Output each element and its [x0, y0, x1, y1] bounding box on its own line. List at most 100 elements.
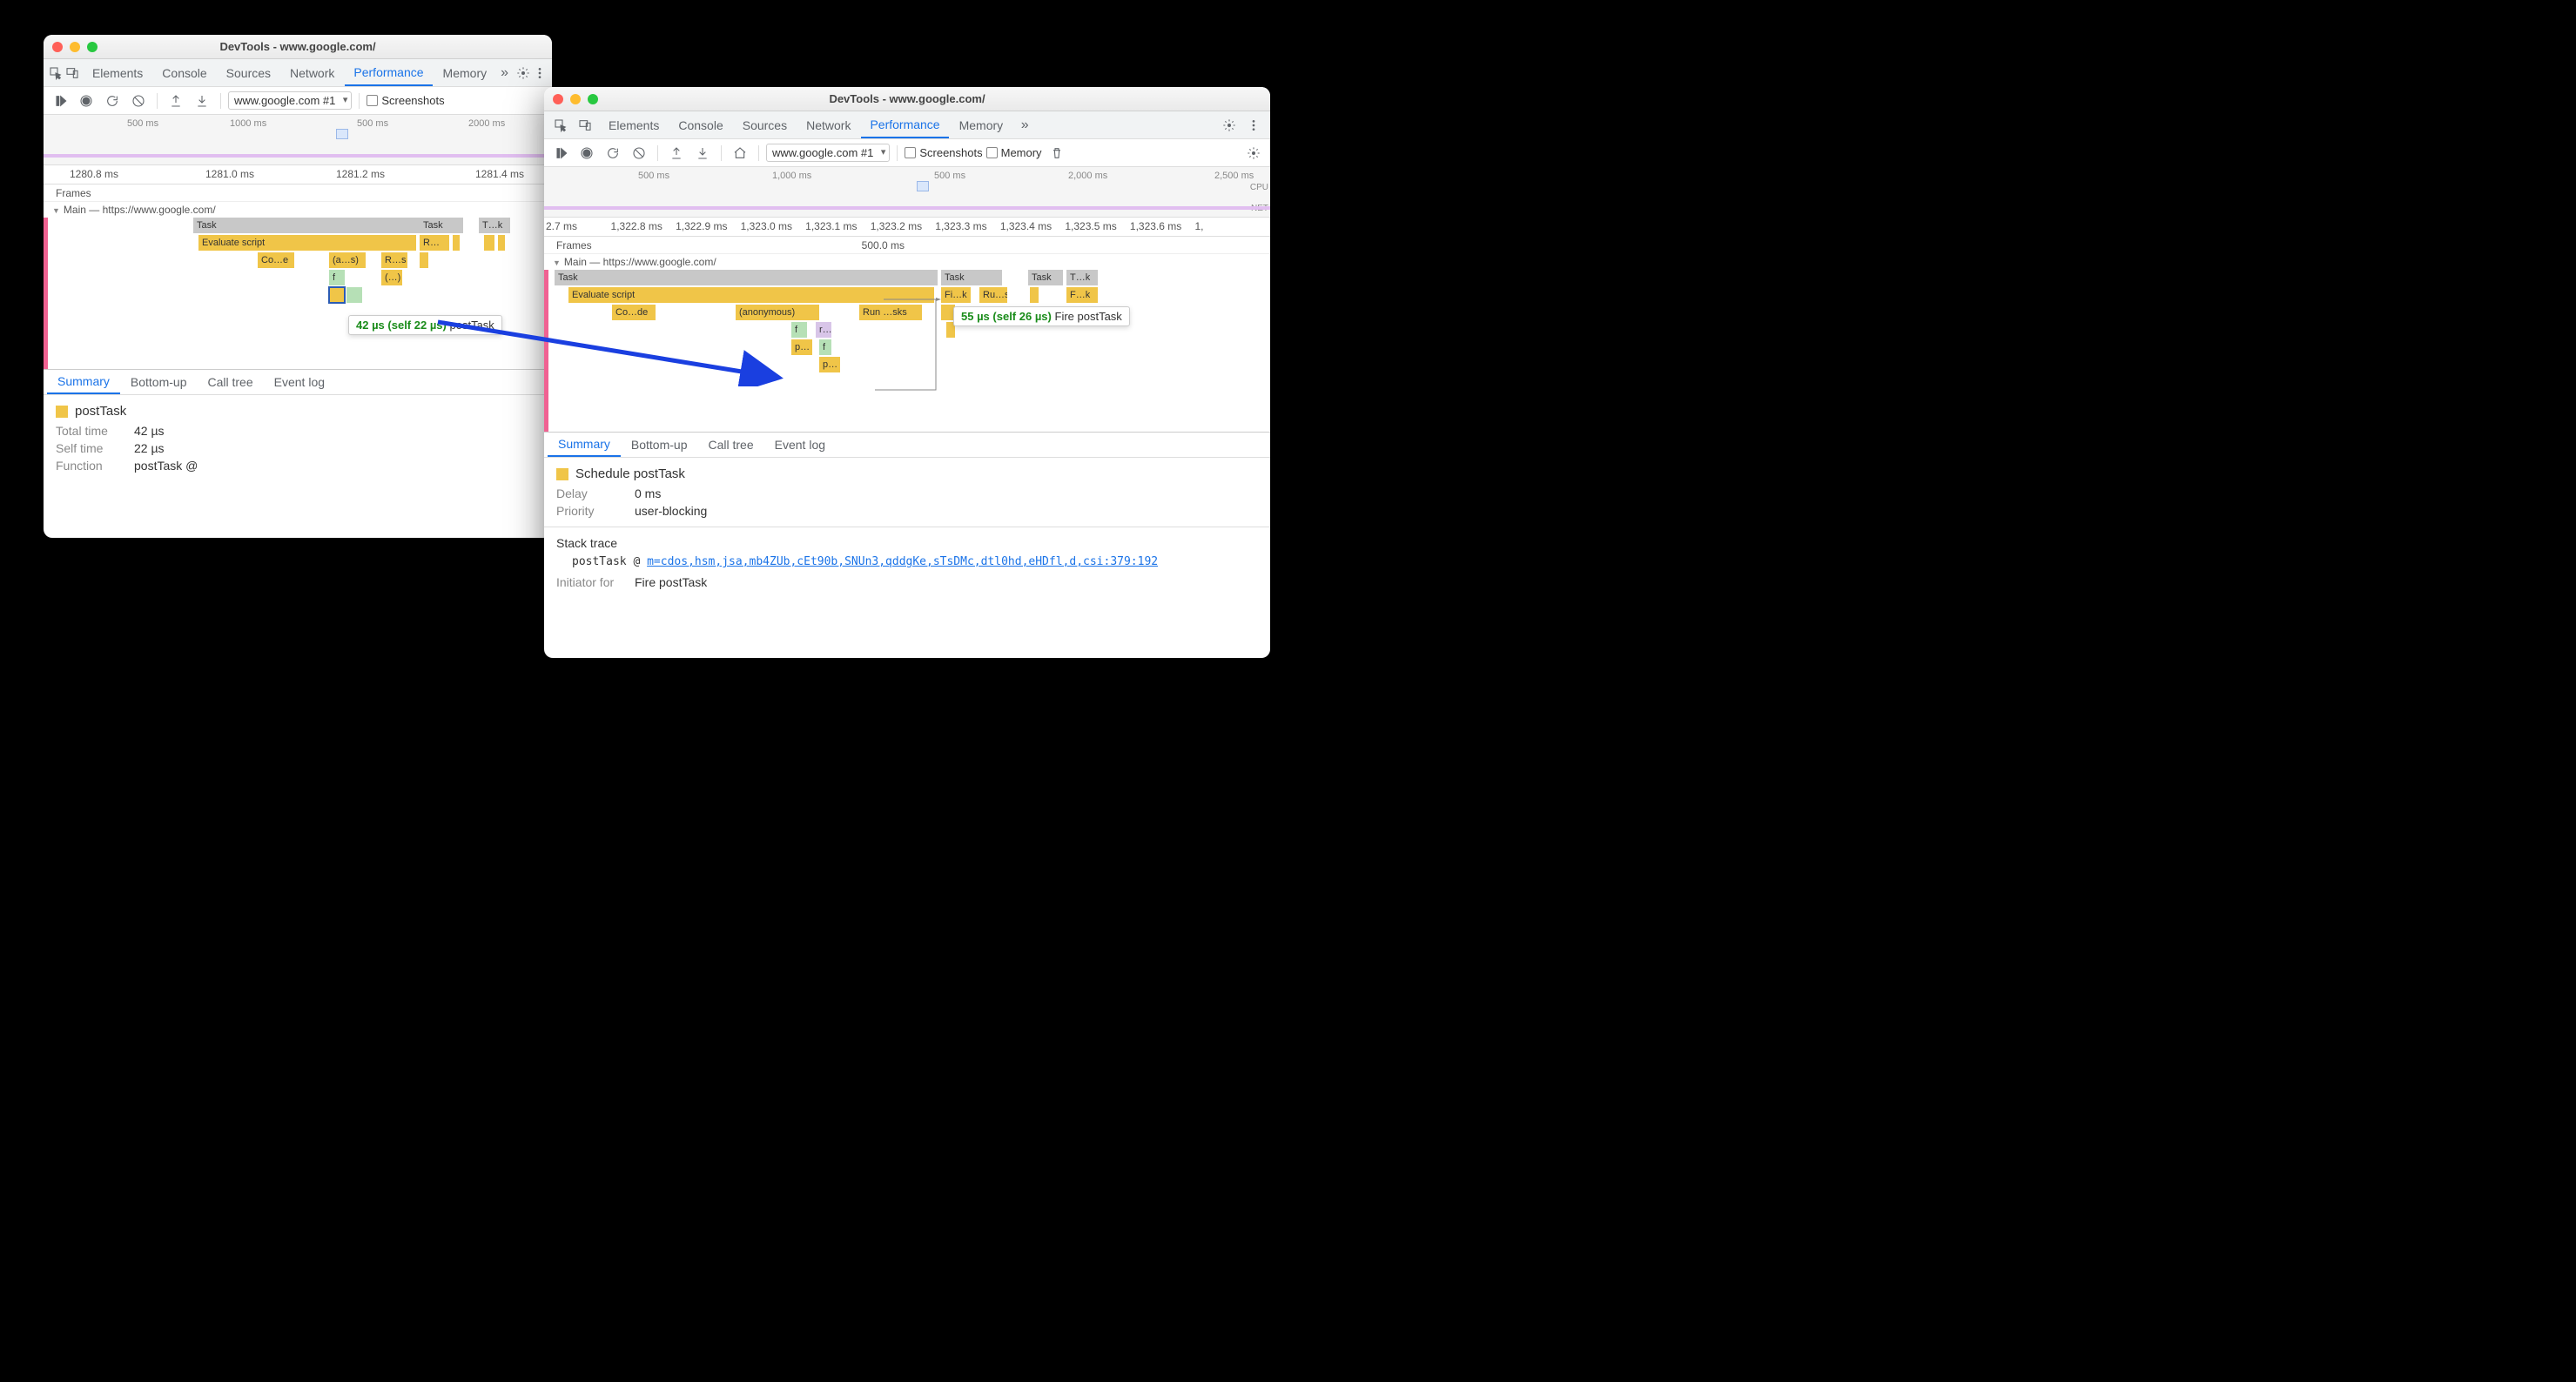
screenshots-checkbox[interactable]: Screenshots [905, 146, 982, 159]
detail-tab-bottomup[interactable]: Bottom-up [621, 433, 698, 457]
frames-row[interactable]: Frames 500.0 ms [544, 237, 1270, 254]
flame-bar[interactable]: F…k [1066, 287, 1098, 303]
zoom-window-button[interactable] [588, 94, 598, 104]
flame-bar[interactable]: r… [816, 322, 831, 338]
flame-bar[interactable]: Run …sks [859, 305, 922, 320]
tabs-overflow-icon[interactable] [1013, 114, 1036, 137]
detail-tab-bottomup[interactable]: Bottom-up [120, 370, 198, 394]
flame-bar[interactable]: (…) [381, 270, 402, 285]
tabs-overflow-icon[interactable] [497, 62, 512, 84]
time-ruler[interactable]: 1280.8 ms 1281.0 ms 1281.2 ms 1281.4 ms [44, 165, 552, 184]
flame-bar[interactable]: Task [1028, 270, 1063, 285]
download-icon[interactable] [191, 90, 213, 112]
flame-bar[interactable]: Evaluate script [568, 287, 934, 303]
gc-icon[interactable] [1046, 142, 1068, 164]
overview-strip[interactable]: 500 ms 1,000 ms 500 ms 2,000 ms 2,500 ms… [544, 167, 1270, 218]
download-icon[interactable] [691, 142, 714, 164]
flame-bar[interactable] [453, 235, 460, 251]
minimize-window-button[interactable] [70, 42, 80, 52]
tab-console[interactable]: Console [153, 59, 215, 86]
flame-bar[interactable]: Ru…s [979, 287, 1007, 303]
flame-bar[interactable] [498, 235, 505, 251]
flame-bar[interactable]: Evaluate script [198, 235, 416, 251]
flame-bar[interactable]: f [791, 322, 807, 338]
stack-trace-source-link[interactable]: m=cdos,hsm,jsa,mb4ZUb,cEt90b,SNUn3,qddgK… [647, 555, 1158, 568]
time-ruler[interactable]: 2.7 ms1,322.8 ms1,322.9 ms1,323.0 ms1,32… [544, 218, 1270, 237]
detail-tab-eventlog[interactable]: Event log [264, 370, 335, 394]
flame-bar[interactable]: Fi…k [941, 287, 971, 303]
reload-record-icon[interactable] [101, 90, 124, 112]
flame-bar[interactable]: Task [420, 218, 463, 233]
zoom-window-button[interactable] [87, 42, 98, 52]
flame-bar[interactable]: f [819, 339, 831, 355]
upload-icon[interactable] [665, 142, 688, 164]
toggle-recording-icon[interactable] [549, 142, 572, 164]
more-options-icon[interactable] [1242, 114, 1265, 137]
record-icon[interactable] [575, 142, 598, 164]
detail-tab-eventlog[interactable]: Event log [764, 433, 836, 457]
inspect-element-icon[interactable] [49, 62, 64, 84]
close-window-button[interactable] [553, 94, 563, 104]
memory-checkbox[interactable]: Memory [986, 146, 1042, 159]
device-toggle-icon[interactable] [574, 114, 596, 137]
detail-tab-summary[interactable]: Summary [47, 370, 120, 394]
flame-bar[interactable]: (anonymous) [736, 305, 819, 320]
overview-strip[interactable]: 500 ms 1000 ms 500 ms 2000 ms [44, 115, 552, 165]
device-toggle-icon[interactable] [65, 62, 80, 84]
flame-bar[interactable]: R… [420, 235, 449, 251]
tab-console[interactable]: Console [669, 111, 731, 138]
flame-bar[interactable] [329, 287, 345, 303]
flame-bar[interactable]: Task [193, 218, 420, 233]
tab-performance[interactable]: Performance [861, 111, 948, 138]
capture-settings-icon[interactable] [1242, 142, 1265, 164]
close-window-button[interactable] [52, 42, 63, 52]
upload-icon[interactable] [165, 90, 187, 112]
main-thread-header[interactable]: Main — https://www.google.com/ [44, 202, 552, 218]
screenshots-checkbox[interactable]: Screenshots [367, 94, 444, 107]
clear-icon[interactable] [628, 142, 650, 164]
flame-chart[interactable]: TaskTask T…k Evaluate scriptR… Co…e (a…s) R…s… [44, 218, 552, 369]
tab-sources[interactable]: Sources [218, 59, 279, 86]
flame-bar[interactable] [1030, 287, 1039, 303]
flame-bar[interactable]: f [329, 270, 345, 285]
detail-tab-calltree[interactable]: Call tree [198, 370, 264, 394]
tab-memory[interactable]: Memory [434, 59, 496, 86]
tab-network[interactable]: Network [797, 111, 859, 138]
settings-icon[interactable] [1218, 114, 1241, 137]
tab-performance[interactable]: Performance [345, 59, 432, 86]
flame-bar[interactable] [420, 252, 428, 268]
recording-select[interactable]: www.google.com #1 [766, 144, 890, 162]
more-options-icon[interactable] [532, 62, 547, 84]
flame-bar[interactable]: R…s [381, 252, 407, 268]
tab-sources[interactable]: Sources [734, 111, 796, 138]
flame-bar[interactable]: Task [555, 270, 938, 285]
frames-row[interactable]: Frames [44, 184, 552, 202]
flame-bar[interactable]: Co…de [612, 305, 656, 320]
flame-bar[interactable] [484, 235, 494, 251]
flame-bar[interactable] [346, 287, 362, 303]
clear-icon[interactable] [127, 90, 150, 112]
flame-bar[interactable]: T…k [479, 218, 510, 233]
detail-tab-calltree[interactable]: Call tree [698, 433, 764, 457]
settings-icon[interactable] [515, 62, 530, 84]
toggle-recording-icon[interactable] [49, 90, 71, 112]
main-thread-header[interactable]: Main — https://www.google.com/ [544, 254, 1270, 270]
recording-select[interactable]: www.google.com #1 [228, 91, 352, 110]
detail-tab-summary[interactable]: Summary [548, 433, 621, 457]
flame-bar[interactable]: Co…e [258, 252, 294, 268]
flame-bar[interactable]: p… [819, 357, 840, 372]
tab-elements[interactable]: Elements [84, 59, 151, 86]
tab-elements[interactable]: Elements [600, 111, 668, 138]
inspect-element-icon[interactable] [549, 114, 572, 137]
tab-network[interactable]: Network [281, 59, 343, 86]
tab-memory[interactable]: Memory [951, 111, 1012, 138]
reload-record-icon[interactable] [602, 142, 624, 164]
flame-chart[interactable]: TaskTaskTaskT…kEvaluate scriptFi…kRu…sF…… [544, 270, 1270, 432]
home-icon[interactable] [729, 142, 751, 164]
flame-bar[interactable]: Task [941, 270, 1002, 285]
flame-bar[interactable]: p… [791, 339, 812, 355]
minimize-window-button[interactable] [570, 94, 581, 104]
flame-bar[interactable]: T…k [1066, 270, 1098, 285]
flame-bar[interactable]: (a…s) [329, 252, 366, 268]
record-icon[interactable] [75, 90, 98, 112]
